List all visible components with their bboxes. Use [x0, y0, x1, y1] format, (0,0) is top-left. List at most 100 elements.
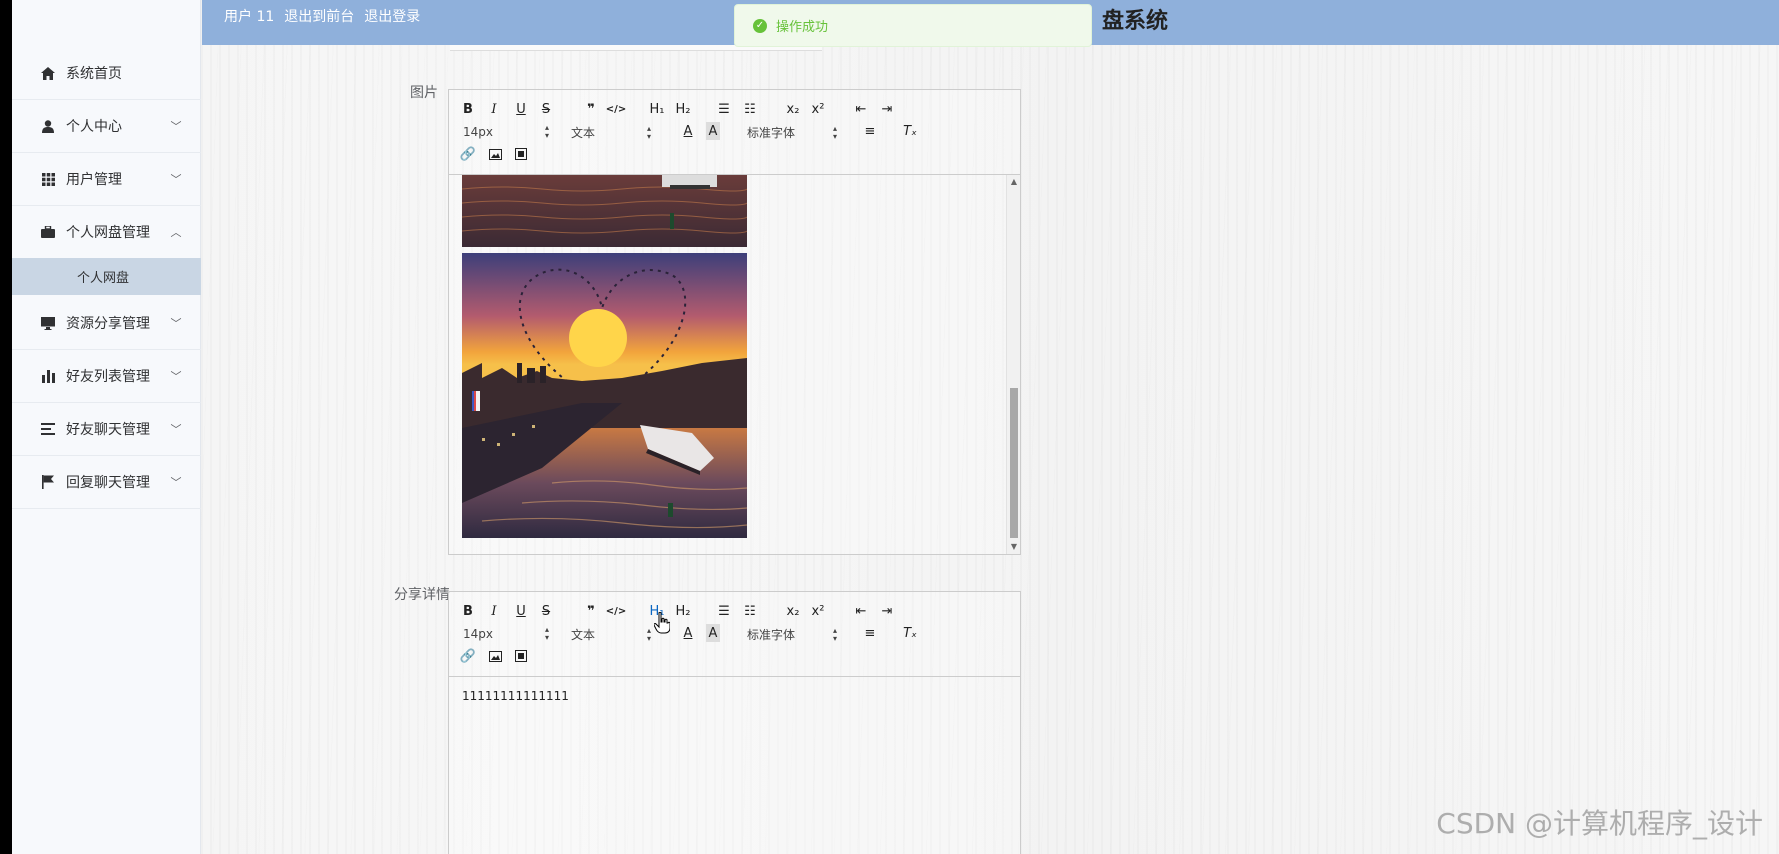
- link-icon[interactable]: 🔗: [458, 647, 478, 665]
- bold-button[interactable]: B: [458, 602, 478, 620]
- scrollbar-thumb[interactable]: [1010, 388, 1018, 538]
- blockquote-icon[interactable]: ❞: [581, 602, 601, 620]
- updown-icon: ▴ ▾: [832, 123, 837, 141]
- subscript-button[interactable]: x₂: [783, 602, 803, 620]
- sidebar-item-user-management[interactable]: 用户管理 ﹀: [12, 153, 201, 206]
- image-insert-icon[interactable]: [485, 145, 505, 163]
- updown-icon: ▴ ▾: [544, 625, 549, 642]
- sidebar-item-home[interactable]: 系统首页: [12, 47, 201, 100]
- bar-chart-icon: [40, 368, 56, 384]
- check-circle-icon: ✓: [753, 18, 767, 33]
- italic-button[interactable]: I: [484, 602, 504, 620]
- heading1-button[interactable]: H₁: [647, 100, 667, 118]
- sidebar-item-friend-chat[interactable]: 好友聊天管理 ﹀: [12, 403, 201, 456]
- chevron-up-icon: ︿: [170, 226, 182, 239]
- chevron-down-icon: ﹀: [170, 173, 182, 186]
- scroll-up-arrow-icon[interactable]: ▲: [1007, 175, 1021, 189]
- video-insert-icon[interactable]: [511, 145, 531, 163]
- image-editor-content[interactable]: ▲ ▼: [449, 175, 1020, 554]
- detail-rich-editor: B I U S ❞ </> H₁ H₂ ☰ ☷ x₂ x² ⇤ ⇥ 14px ▴…: [448, 591, 1021, 854]
- outdent-icon[interactable]: ⇤: [851, 602, 871, 620]
- detail-text: 11111111111111: [462, 689, 569, 703]
- clear-format-icon[interactable]: Tₓ: [900, 122, 920, 140]
- image-field-label: 图片: [410, 85, 438, 101]
- header-type-value: 文本: [571, 628, 596, 642]
- bullet-list-icon[interactable]: ☷: [740, 100, 760, 118]
- hand-cursor-icon: [653, 611, 671, 638]
- code-icon[interactable]: </>: [606, 100, 626, 118]
- header-type-select[interactable]: 文本 ▴ ▾: [571, 626, 651, 643]
- home-icon: [40, 65, 56, 81]
- updown-icon: ▴ ▾: [544, 123, 549, 140]
- font-size-select[interactable]: 14px ▴ ▾: [463, 124, 549, 140]
- link-icon[interactable]: 🔗: [458, 145, 478, 163]
- indent-icon[interactable]: ⇥: [877, 100, 897, 118]
- sidebar-item-label: 系统首页: [66, 66, 122, 82]
- logout-link[interactable]: 退出登录: [364, 6, 420, 26]
- outdent-icon[interactable]: ⇤: [851, 100, 871, 118]
- sidebar: 系统首页 个人中心 ﹀ 用户管理 ﹀ 个人网盘管理 ︿ 个人网盘 资源分享管理 …: [12, 0, 201, 854]
- header-type-select[interactable]: 文本 ▴ ▾: [571, 124, 651, 141]
- heading2-button[interactable]: H₂: [673, 100, 693, 118]
- sidebar-item-netdisk-management[interactable]: 个人网盘管理 ︿: [12, 206, 201, 259]
- background-color-icon[interactable]: A: [706, 624, 720, 642]
- image-editor-scrollbar[interactable]: ▲ ▼: [1006, 175, 1020, 554]
- uploaded-image-cropped: [462, 175, 747, 247]
- sidebar-item-friends-list[interactable]: 好友列表管理 ﹀: [12, 350, 201, 403]
- scroll-down-arrow-icon[interactable]: ▼: [1007, 540, 1021, 554]
- font-size-value: 14px: [463, 627, 493, 641]
- font-color-icon[interactable]: A: [678, 122, 698, 140]
- font-color-icon[interactable]: A: [678, 624, 698, 642]
- superscript-button[interactable]: x²: [808, 100, 828, 118]
- updown-icon: ▴ ▾: [832, 625, 837, 643]
- header-type-value: 文本: [571, 126, 596, 140]
- italic-button[interactable]: I: [484, 100, 504, 118]
- font-size-value: 14px: [463, 125, 493, 139]
- bold-button[interactable]: B: [458, 100, 478, 118]
- blockquote-icon[interactable]: ❞: [581, 100, 601, 118]
- share-detail-label: 分享详情: [394, 587, 450, 603]
- chevron-down-icon: ﹀: [170, 476, 182, 489]
- sidebar-item-resource-share[interactable]: 资源分享管理 ﹀: [12, 297, 201, 350]
- editor-toolbar: B I U S ❞ </> H₁ H₂ ☰ ☷ x₂ x² ⇤ ⇥ 14px ▴…: [449, 592, 1020, 677]
- sidebar-item-reply-chat[interactable]: 回复聊天管理 ﹀: [12, 456, 201, 509]
- sidebar-subitem-label: 个人网盘: [77, 271, 130, 286]
- superscript-button[interactable]: x²: [808, 602, 828, 620]
- video-insert-icon[interactable]: [511, 647, 531, 665]
- sidebar-item-label: 回复聊天管理: [66, 475, 150, 491]
- watermark-text: CSDN @计算机程序_设计: [1436, 807, 1763, 840]
- chevron-down-icon: ﹀: [170, 370, 182, 383]
- underline-button[interactable]: U: [511, 100, 531, 118]
- ordered-list-icon[interactable]: ☰: [714, 100, 734, 118]
- header-links: 用户 11 退出到前台 退出登录: [224, 6, 420, 26]
- strike-button[interactable]: S: [536, 100, 556, 118]
- system-title: 盘系统: [1102, 9, 1169, 34]
- back-to-front-link[interactable]: 退出到前台: [284, 6, 354, 26]
- underline-button[interactable]: U: [511, 602, 531, 620]
- font-family-select[interactable]: 标准字体 ▴ ▾: [747, 626, 837, 643]
- subscript-button[interactable]: x₂: [783, 100, 803, 118]
- font-size-select[interactable]: 14px ▴ ▾: [463, 626, 549, 642]
- sidebar-item-label: 用户管理: [66, 172, 122, 188]
- clear-format-icon[interactable]: Tₓ: [900, 624, 920, 642]
- font-family-select[interactable]: 标准字体 ▴ ▾: [747, 124, 837, 141]
- bullet-list-icon[interactable]: ☷: [740, 602, 760, 620]
- code-icon[interactable]: </>: [606, 602, 626, 620]
- sidebar-item-label: 好友列表管理: [66, 369, 150, 385]
- align-icon[interactable]: ≡: [860, 624, 880, 642]
- ordered-list-icon[interactable]: ☰: [714, 602, 734, 620]
- image-rich-editor: B I U S ❞ </> H₁ H₂ ☰ ☷ x₂ x² ⇤ ⇥ 14px ▴…: [448, 89, 1021, 555]
- sidebar-subitem-netdisk[interactable]: 个人网盘: [12, 258, 201, 295]
- detail-editor-content[interactable]: 11111111111111: [449, 677, 1020, 854]
- background-color-icon[interactable]: A: [706, 122, 720, 140]
- grid-icon: [40, 171, 56, 187]
- image-insert-icon[interactable]: [485, 647, 505, 665]
- sidebar-item-label: 好友聊天管理: [66, 422, 150, 438]
- strike-button[interactable]: S: [536, 602, 556, 620]
- sidebar-item-personal-center[interactable]: 个人中心 ﹀: [12, 100, 201, 153]
- font-family-value: 标准字体: [747, 628, 796, 642]
- align-icon[interactable]: ≡: [860, 122, 880, 140]
- heading2-button[interactable]: H₂: [673, 602, 693, 620]
- success-toast: ✓ 操作成功: [734, 4, 1092, 47]
- indent-icon[interactable]: ⇥: [877, 602, 897, 620]
